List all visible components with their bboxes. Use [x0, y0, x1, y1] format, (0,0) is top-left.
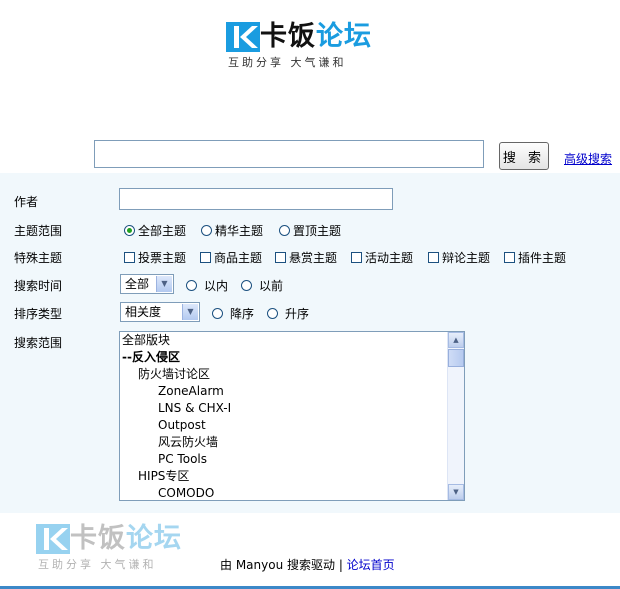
- logo-k-icon: [226, 22, 260, 52]
- logo-name: 卡饭论坛: [70, 523, 182, 554]
- chevron-down-icon: ▼: [182, 304, 198, 320]
- logo-slogan: 互助分享 大气谦和: [38, 558, 157, 571]
- author-input[interactable]: [119, 188, 393, 210]
- radio-icon: [241, 280, 252, 291]
- checkbox-icon: [200, 252, 211, 263]
- footer-logo: 卡饭论坛 互助分享 大气谦和: [36, 522, 196, 572]
- author-label: 作者: [14, 195, 39, 209]
- list-item[interactable]: LNS & CHX-I: [158, 400, 231, 417]
- radio-ascending[interactable]: 升序: [267, 305, 309, 322]
- checkbox-plugin[interactable]: 插件主题: [504, 249, 566, 266]
- radio-digest-threads[interactable]: 精华主题: [201, 222, 263, 239]
- checkbox-icon: [124, 252, 135, 263]
- logo-slogan: 互助分享 大气谦和: [228, 56, 347, 69]
- list-item[interactable]: 风云防火墙: [158, 434, 218, 451]
- logo-name-part2: 论坛: [316, 21, 372, 52]
- search-options-panel: 作者 主题范围 全部主题 精华主题 置顶主题 特殊主题 投票主题 商品主题 悬赏…: [0, 173, 620, 513]
- list-item[interactable]: HIPS专区: [138, 468, 189, 485]
- radio-sticky-threads[interactable]: 置顶主题: [279, 222, 341, 239]
- search-bar: 搜 索 高级搜索: [0, 140, 620, 176]
- radio-before[interactable]: 以前: [241, 277, 283, 294]
- scroll-thumb[interactable]: [448, 349, 464, 367]
- logo-k-icon: [36, 524, 70, 554]
- search-time-select[interactable]: 全部 ▼: [120, 274, 174, 294]
- advanced-search-link[interactable]: 高级搜索: [564, 150, 612, 167]
- radio-icon: [186, 280, 197, 291]
- scroll-down-icon[interactable]: ▼: [448, 484, 464, 500]
- list-item[interactable]: --反入侵区: [122, 349, 180, 366]
- list-item[interactable]: Outpost: [158, 417, 206, 434]
- list-item[interactable]: ZoneAlarm: [158, 383, 224, 400]
- radio-icon: [201, 225, 212, 236]
- logo: 卡饭论坛 互助分享 大气谦和: [226, 20, 386, 70]
- powered-by: 由 Manyou 搜索驱动 | 论坛首页: [220, 558, 395, 572]
- checkbox-trade[interactable]: 商品主题: [200, 249, 262, 266]
- radio-all-threads[interactable]: 全部主题: [124, 222, 186, 239]
- checkbox-debate[interactable]: 辩论主题: [428, 249, 490, 266]
- logo-name-part1: 卡饭: [260, 21, 316, 52]
- list-item[interactable]: 全部版块: [122, 332, 170, 349]
- search-button[interactable]: 搜 索: [499, 142, 549, 170]
- radio-icon: [267, 308, 278, 319]
- checkbox-activity[interactable]: 活动主题: [351, 249, 413, 266]
- forum-home-link[interactable]: 论坛首页: [347, 558, 395, 572]
- radio-descending[interactable]: 降序: [212, 305, 254, 322]
- thread-scope-label: 主题范围: [14, 224, 63, 238]
- list-item[interactable]: PC Tools: [158, 451, 207, 468]
- forum-scope-label: 搜索范围: [14, 336, 63, 350]
- radio-icon: [212, 308, 223, 319]
- search-input[interactable]: [94, 140, 484, 168]
- logo-name: 卡饭论坛: [260, 20, 372, 54]
- radio-within[interactable]: 以内: [186, 277, 228, 294]
- checkbox-icon: [504, 252, 515, 263]
- list-item[interactable]: 防火墙讨论区: [138, 366, 210, 383]
- special-threads-label: 特殊主题: [14, 251, 63, 265]
- checkbox-icon: [351, 252, 362, 263]
- search-time-label: 搜索时间: [14, 279, 63, 293]
- scroll-up-icon[interactable]: ▲: [448, 332, 464, 348]
- radio-icon: [279, 225, 290, 236]
- checkbox-icon: [428, 252, 439, 263]
- checkbox-reward[interactable]: 悬赏主题: [275, 249, 337, 266]
- sort-type-select[interactable]: 相关度 ▼: [120, 302, 200, 322]
- checkbox-icon: [275, 252, 286, 263]
- sort-type-label: 排序类型: [14, 307, 63, 321]
- chevron-down-icon: ▼: [156, 276, 172, 292]
- forum-scope-listbox[interactable]: 全部版块 --反入侵区 防火墙讨论区 ZoneAlarm LNS & CHX-I…: [119, 331, 465, 501]
- listbox-scrollbar[interactable]: ▲ ▼: [447, 332, 464, 500]
- list-item[interactable]: COMODO: [158, 485, 214, 500]
- radio-icon: [124, 225, 135, 236]
- checkbox-poll[interactable]: 投票主题: [124, 249, 186, 266]
